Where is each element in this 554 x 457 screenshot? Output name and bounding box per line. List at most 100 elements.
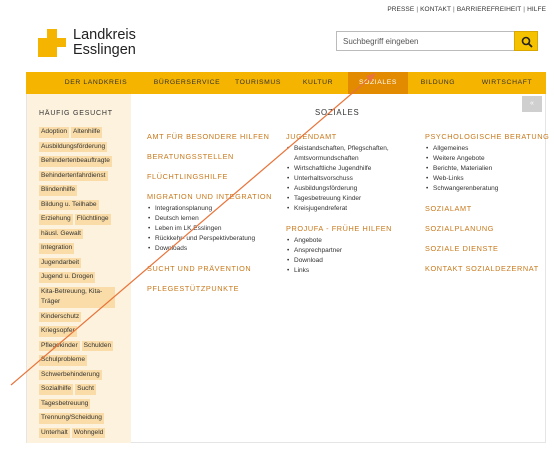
tag-row: Bildung u. Teilhabe [39,199,129,210]
tag-link[interactable]: Erziehung [39,214,73,225]
menu-sublink[interactable]: Download [286,256,421,266]
frequently-searched-title: HÄUFIG GESUCHT [39,110,113,117]
tag-link[interactable]: Flüchtlinge [74,214,111,225]
tag-link[interactable]: Schwerbehinderung [39,369,102,380]
tag-link[interactable]: Unterhalt [39,427,70,438]
tag-link[interactable]: Blindenhilfe [39,185,78,196]
top-link-presse[interactable]: PRESSE [387,6,414,13]
top-link-barrierefreiheit[interactable]: BARRIEREFREIHEIT [457,6,521,13]
nav-soziales[interactable]: SOZIALES [348,72,408,94]
menu-sublink[interactable]: Kreisjugendreferat [286,204,421,214]
tag-row: Trennung/Scheidung [39,413,129,424]
tag-link[interactable]: Bildung u. Teilhabe [39,199,99,210]
menu-category-link[interactable]: SOZIALAMT [425,204,543,213]
tag-link[interactable]: Ausbildungsförderung [39,141,108,152]
menu-category-link[interactable]: SOZIALE DIENSTE [425,244,543,253]
tag-row: Adoption Altenhilfe [39,127,129,138]
menu-category-link[interactable]: SUCHT UND PRÄVENTION [147,264,282,273]
menu-category-link[interactable]: BERATUNGSSTELLEN [147,152,282,161]
tag-link[interactable]: Pflegekinder [39,340,80,351]
nav-der-landkreis[interactable]: DER LANDKREIS [46,72,146,94]
tag-row: Kriegsopfer [39,326,129,337]
tag-link[interactable]: Trennung/Scheidung [39,413,104,424]
menu-column-3: PSYCHOLOGISCHE BERATUNG AllgemeinesWeiter… [425,132,549,284]
tag-row: Schulprobleme [39,355,129,366]
frequently-searched-panel: HÄUFIG GESUCHT Adoption Altenhilfe Ausbild… [27,94,131,443]
menu-category-link[interactable]: AMT FÜR BESONDERE HILFEN [147,132,282,141]
tag-row: Kinderschutz [39,311,129,322]
menu-sublink[interactable]: Ausbildungsförderung [286,184,421,194]
tag-link[interactable]: Jugend u. Drogen [39,272,96,283]
tag-row: Schwerbehinderung [39,369,129,380]
search-button[interactable] [514,31,538,51]
menu-sublink[interactable]: Links [286,266,421,276]
logo-text[interactable]: Landkreis Esslingen [73,28,136,58]
tag-link[interactable]: Schulprobleme [39,355,87,366]
search-input[interactable]: Suchbegriff eingeben [336,31,516,51]
nav-buergerservice[interactable]: BÜRGERSERVICE [146,72,228,94]
tag-link[interactable]: Altenhilfe [71,127,103,138]
menu-sublink[interactable]: Downloads [147,244,282,254]
tag-link[interactable]: Tagesbetreuung [39,398,91,409]
tag-row: Integration [39,243,129,254]
menu-sublink[interactable]: Berichte, Materialien [425,164,543,174]
menu-category-link[interactable]: PSYCHOLOGISCHE BERATUNG [425,132,549,141]
tag-link[interactable]: Kita-Betreuung, Kita-Träger [39,286,115,308]
menu-sublist: AllgemeinesWeitere AngeboteBerichte, Mat… [425,144,543,194]
menu-sublink[interactable]: Angebote [286,236,421,246]
menu-sublink[interactable]: Web-Links [425,174,543,184]
nav-wirtschaft[interactable]: WIRTSCHAFT [468,72,546,94]
menu-category-link[interactable]: PROJUFA - FRÜHE HILFEN [286,224,421,233]
menu-sublink[interactable]: Integrationsplanung [147,204,282,214]
tag-link[interactable]: Kinderschutz [39,311,82,322]
menu-category-link[interactable]: KONTAKT SOZIALDEZERNAT [425,264,543,273]
tag-row: Kita-Betreuung, Kita-Träger [39,286,129,308]
search-icon [521,36,533,48]
menu-sublink[interactable]: Unterhaltsvorschuss [286,174,421,184]
nav-bildung[interactable]: BILDUNG [408,72,468,94]
tag-row: Erziehung Flüchtlinge [39,214,129,225]
top-link-kontakt[interactable]: KONTAKT [420,6,451,13]
tag-link[interactable]: häusl. Gewalt [39,228,83,239]
tag-link[interactable]: Adoption [39,127,70,138]
menu-sublink[interactable]: Rückkehr- und Perspektivberatung [147,234,282,244]
tag-link[interactable]: Jugendarbeit [39,257,82,268]
top-link-hilfe[interactable]: HILFE [527,6,546,13]
tag-link[interactable]: Behindertenfahrdienst [39,170,108,181]
menu-category-link[interactable]: SOZIALPLANUNG [425,224,543,233]
menu-sublink[interactable]: Deutsch lernen [147,214,282,224]
menu-column-2: JUGENDAMT Beistandschaften, Pflegschaften… [286,132,421,286]
tag-row: Behindertenbeauftragte [39,156,129,167]
tag-link[interactable]: Sozialhilfe [39,384,74,395]
tag-row: Pflegekinder Schulden [39,340,129,351]
tag-row: Tagesbetreuung [39,398,129,409]
menu-category-link[interactable]: MIGRATION UND INTEGRATION [147,192,282,201]
menu-category-link[interactable]: FLÜCHTLINGSHILFE [147,172,282,181]
menu-sublink[interactable]: Ansprechpartner [286,246,421,256]
main-nav: DER LANDKREIS BÜRGERSERVICE TOURISMUS KU… [26,72,546,94]
menu-sublink[interactable]: Allgemeines [425,144,543,154]
tag-row: häusl. Gewalt [39,228,129,239]
menu-sublink[interactable]: Wirtschaftliche Jugendhilfe [286,164,421,174]
soziales-mega-menu: HÄUFIG GESUCHT Adoption Altenhilfe Ausbild… [26,94,549,443]
menu-sublink[interactable]: Tagesbetreuung Kinder [286,194,421,204]
menu-sublink[interactable]: Beistandschaften, Pflegschaften, Amtsvor… [286,144,421,164]
nav-kultur[interactable]: KULTUR [288,72,348,94]
nav-tourismus[interactable]: TOURISMUS [228,72,288,94]
logo-mark[interactable] [38,29,66,57]
menu-sublink[interactable]: Leben im LK Esslingen [147,224,282,234]
tag-link[interactable]: Integration [39,243,75,254]
page: PRESSE | KONTAKT | BARRIEREFREIHEIT | HILFE La… [26,0,549,445]
tag-link[interactable]: Sucht [75,384,96,395]
tag-link[interactable]: Schulden [81,340,114,351]
tag-link[interactable]: Wohngeld [71,427,106,438]
tag-row: Jugend u. Drogen [39,272,129,283]
collapse-button[interactable]: « [522,96,542,112]
menu-category-link[interactable]: PFLEGESTÜTZPUNKTE [147,284,282,293]
tag-link[interactable]: Kriegsopfer [39,326,77,337]
logo-line-2: Esslingen [73,42,136,58]
tag-link[interactable]: Behindertenbeauftragte [39,156,112,167]
menu-category-link[interactable]: JUGENDAMT [286,132,421,141]
menu-sublink[interactable]: Weitere Angebote [425,154,543,164]
menu-sublink[interactable]: Schwangerenberatung [425,184,543,194]
